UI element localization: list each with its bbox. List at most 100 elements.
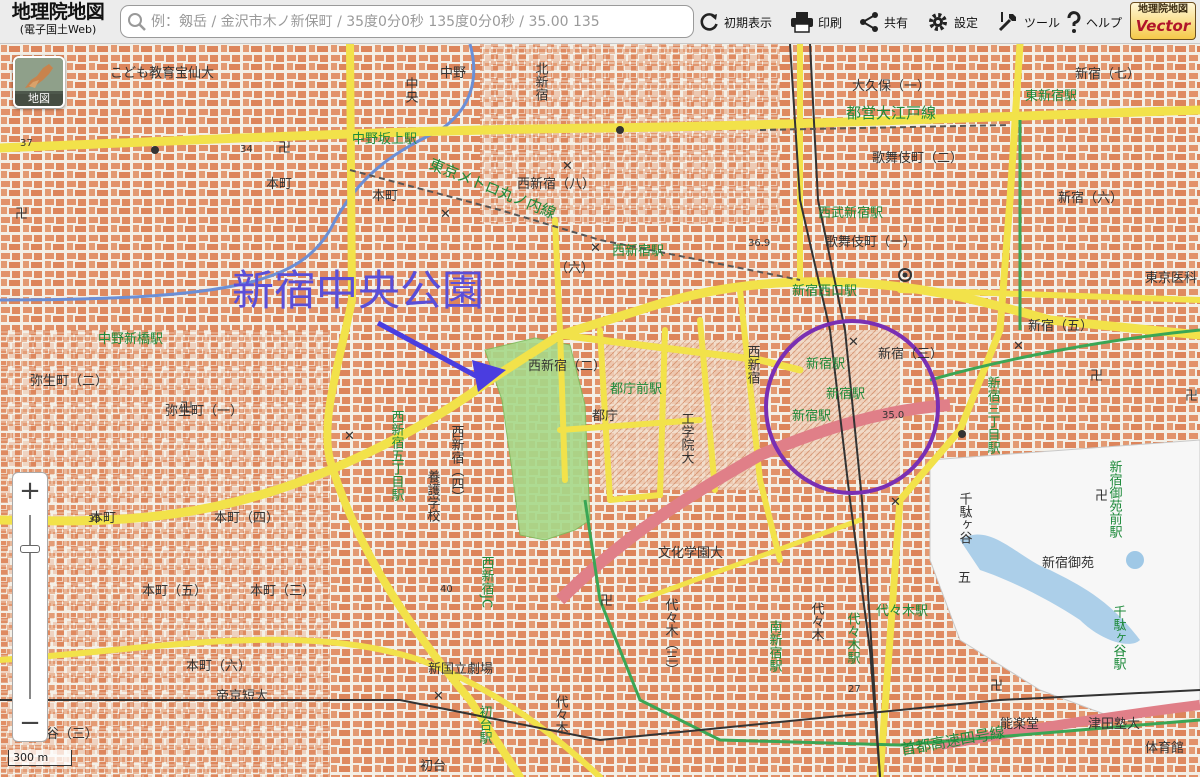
vector-logo[interactable]: 地理院地図 Vector bbox=[1130, 2, 1196, 40]
settings-label: 設定 bbox=[954, 15, 979, 30]
share-button[interactable]: 共有 bbox=[858, 0, 908, 44]
search-box bbox=[120, 5, 694, 38]
brand-subtitle: (電子国土Web) bbox=[19, 23, 97, 36]
label-kodomo: こども教育宝仙大 bbox=[110, 65, 214, 81]
label-chuo: 中央 bbox=[403, 77, 419, 103]
label-sendagaya-v: 千駄ヶ谷 bbox=[957, 492, 973, 544]
tools-button[interactable]: ツール bbox=[996, 0, 1060, 44]
label-nishi-v: 西新宿 bbox=[745, 345, 761, 384]
label-elev-35b: 35.0 bbox=[882, 410, 904, 421]
label-kita-shinjuku: 北新宿 bbox=[533, 62, 549, 101]
svg-text:✕: ✕ bbox=[1013, 339, 1024, 354]
label-kabukicho-2: 歌舞伎町（二） bbox=[872, 151, 963, 166]
zoom-slider-track[interactable] bbox=[29, 515, 31, 699]
label-tsuda: 津田塾大 bbox=[1088, 716, 1140, 732]
label-shinjuku-5: 新宿（五） bbox=[1028, 318, 1093, 334]
print-label: 印刷 bbox=[818, 15, 843, 30]
svg-text:卍: 卍 bbox=[1090, 369, 1103, 384]
label-taiikukan: 体育館 bbox=[1145, 740, 1184, 756]
print-button[interactable]: 印刷 bbox=[790, 0, 842, 44]
label-seibu-shinjuku: 西武新宿駅 bbox=[818, 205, 883, 221]
search-input[interactable] bbox=[151, 6, 691, 37]
map-view[interactable]: 卍卍卍卍 卍卍卍卍 ✕✕✕✕ ✕✕✕✕ 新宿中央公園 こども教育宝仙大 中野 中… bbox=[0, 0, 1200, 777]
label-bunka-gakuen: 文化学園大 bbox=[658, 545, 723, 561]
zoom-in-button[interactable]: + bbox=[13, 473, 47, 509]
label-nakanosakaue-eki: 中野坂上駅 bbox=[352, 132, 417, 147]
refresh-icon bbox=[700, 13, 718, 31]
tools-label: ツール bbox=[1024, 15, 1061, 30]
svg-text:✕: ✕ bbox=[890, 495, 901, 510]
label-shinjuku-gyoen: 新宿御苑 bbox=[1042, 555, 1094, 571]
label-shin-kokuritsu: 新国立劇場 bbox=[428, 661, 493, 677]
label-shinjuku-eki-2: 新宿駅 bbox=[826, 386, 865, 402]
label-nogakudo: 能楽堂 bbox=[1000, 716, 1039, 732]
label-yayoicho-2: 弥生町（二） bbox=[30, 373, 108, 389]
label-nishi-shinjuku-2: 西新宿（二） bbox=[528, 358, 606, 374]
label-sendagaya-eki: 千駄ヶ谷駅 bbox=[1111, 605, 1127, 671]
label-elev-34: 34 bbox=[240, 144, 253, 155]
vector-logo-line1: 地理院地図 bbox=[1138, 4, 1188, 15]
share-icon bbox=[860, 12, 878, 32]
label-hatsudai: 初台 bbox=[420, 759, 446, 774]
zoom-slider-handle[interactable] bbox=[20, 545, 40, 553]
tools-icon bbox=[998, 12, 1016, 32]
scale-bar: 300 m bbox=[8, 750, 72, 766]
label-nishi-shinjuku-eki: 西新宿駅 bbox=[612, 243, 664, 259]
brand[interactable]: 地理院地図 (電子国土Web) bbox=[4, 2, 112, 42]
gear-icon bbox=[929, 13, 947, 31]
label-yoyogi-eki-h: 代々木駅 bbox=[876, 604, 928, 619]
help-label: ヘルプ bbox=[1086, 15, 1123, 30]
label-nakano-shimbashi: 中野新橋駅 bbox=[98, 331, 163, 347]
svg-text:✕: ✕ bbox=[848, 335, 859, 350]
label-okubo-1: 大久保（一） bbox=[852, 79, 930, 94]
label-tochomae: 都庁前駅 bbox=[610, 381, 662, 397]
label-nishi-shinjuku-jc: 西新宿JC bbox=[479, 556, 495, 608]
layer-selector-button[interactable]: 地図 bbox=[13, 56, 65, 108]
label-nakano: 中野 bbox=[440, 66, 466, 81]
label-hommachi-4: 本町（四） bbox=[214, 511, 279, 526]
svg-text:✕: ✕ bbox=[344, 429, 355, 444]
search-icon bbox=[128, 13, 146, 31]
label-yoyogi-3: 代々木（三） bbox=[663, 598, 679, 676]
label-yoyogi: 代々木 bbox=[553, 695, 569, 734]
label-nishi-shinjuku-6: （六） bbox=[555, 261, 594, 276]
help-button[interactable]: ヘルプ bbox=[1066, 0, 1122, 44]
label-shinjuku-6: 新宿（六） bbox=[1058, 190, 1123, 206]
svg-text:✕: ✕ bbox=[562, 159, 573, 174]
label-yogo: 養護学校 bbox=[425, 469, 441, 522]
label-elev-40: 40 bbox=[440, 584, 453, 595]
svg-text:卍: 卍 bbox=[1185, 389, 1198, 404]
label-tokyo-ika: 東京医科 bbox=[1145, 270, 1197, 286]
settings-button[interactable]: 設定 bbox=[926, 0, 978, 44]
label-yoyogi-v: 代々木 bbox=[809, 602, 825, 641]
label-kabukicho-1: 歌舞伎町（一） bbox=[825, 235, 916, 250]
zoom-control: + − bbox=[12, 472, 48, 742]
top-toolbar: 地理院地図 (電子国土Web) 初期表示 印刷 共有 設定 ツール ヘルプ 地理… bbox=[0, 0, 1200, 44]
question-icon bbox=[1067, 11, 1081, 33]
label-yayoicho-1: 弥生町（一） bbox=[165, 403, 243, 419]
svg-text:卍: 卍 bbox=[15, 207, 28, 222]
label-sendagaya-5: 五 bbox=[958, 571, 971, 586]
svg-text:卍: 卍 bbox=[990, 679, 1003, 694]
label-elev-27: 27 bbox=[848, 684, 861, 695]
svg-text:卍: 卍 bbox=[278, 141, 291, 156]
label-hatsudai-eki: 初台駅 bbox=[477, 705, 493, 745]
label-teikyo: 帝京短大 bbox=[216, 688, 268, 704]
label-higashi-shinjuku-eki: 東新宿駅 bbox=[1025, 88, 1077, 104]
label-shinjuku-7: 新宿（七） bbox=[1075, 66, 1140, 82]
share-label: 共有 bbox=[884, 15, 909, 30]
brand-title: 地理院地図 bbox=[11, 1, 105, 23]
zoom-out-button[interactable]: − bbox=[13, 705, 47, 741]
reset-view-label: 初期表示 bbox=[724, 15, 773, 30]
layer-selector-label: 地図 bbox=[15, 91, 63, 106]
label-shinjuku-nishiguchi: 新宿西口駅 bbox=[792, 283, 857, 299]
label-shinjuku-eki-3: 新宿駅 bbox=[792, 408, 831, 424]
label-shinjuku-gyoen-mae: 新宿御苑前駅 bbox=[1107, 459, 1123, 539]
annotation-park-label: 新宿中央公園 bbox=[232, 266, 484, 315]
svg-text:✕: ✕ bbox=[440, 207, 451, 222]
svg-text:✕: ✕ bbox=[433, 689, 444, 704]
reset-view-button[interactable]: 初期表示 bbox=[698, 0, 772, 44]
label-hommachi-6: 本町（六） bbox=[186, 659, 251, 674]
label-hommachi-1: 本町 bbox=[266, 177, 292, 192]
label-nishi-shinjuku-8: 西新宿（八） bbox=[517, 176, 595, 192]
